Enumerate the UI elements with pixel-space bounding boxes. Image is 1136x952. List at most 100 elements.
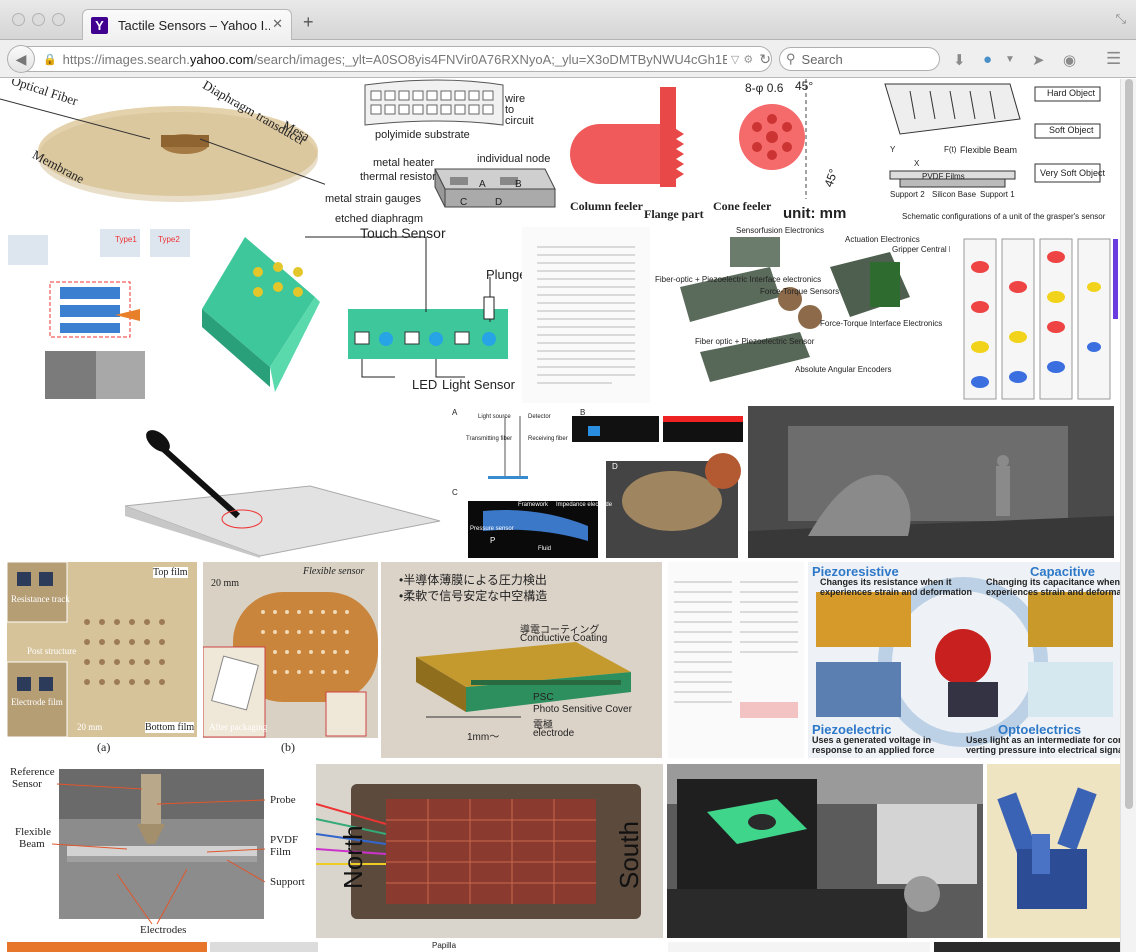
label-ft-interface: Force-Torque Interface Electronics <box>820 319 943 328</box>
result-image-gripper-electronics[interactable]: Sensorfusion Electronics Actuation Elect… <box>650 227 950 403</box>
result-image-row6-4[interactable] <box>668 942 930 952</box>
label-figure-b: (b) <box>281 740 295 754</box>
result-image-pressure-maps[interactable] <box>950 227 1120 403</box>
result-image-thermal-node[interactable]: wire to circuit polyimide substrate meta… <box>325 79 560 224</box>
result-image-pvdf-process[interactable]: Type1 Type2 <box>0 227 190 403</box>
result-image-3d-scene[interactable] <box>748 406 1114 558</box>
label-actuation: Actuation Electronics <box>845 235 920 244</box>
fullscreen-icon[interactable]: ⤡ <box>1116 11 1126 27</box>
label-angular-encoders: Absolute Angular Encoders <box>795 365 892 374</box>
browser-tab[interactable]: Y Tactile Sensors – Yahoo I... ✕ <box>82 9 292 40</box>
result-image-grasper[interactable]: Hard Object Soft Object Very Soft Object… <box>870 79 1120 224</box>
label-capacitive-desc-2: experiences strain and deformation <box>986 587 1120 597</box>
label-angle-top: 45° <box>795 79 814 93</box>
result-image-sensor-array-a[interactable]: Top film Resistance track Post structure… <box>7 562 197 758</box>
result-image-sensor-types[interactable]: Piezoresistive Changes its resistance wh… <box>808 562 1120 758</box>
label-hard-object: Hard Object <box>1047 88 1096 98</box>
label-metal-heater: metal heater <box>373 157 435 169</box>
label-panel-c: C <box>452 488 458 497</box>
reload-icon[interactable]: ↻ <box>759 51 771 68</box>
label-framework: Framework <box>518 502 549 508</box>
minimize-window-button[interactable] <box>32 13 45 26</box>
chat-icon[interactable]: ◉ <box>1063 51 1076 69</box>
label-1mm: 1mm〜 <box>467 732 500 743</box>
globe-icon[interactable]: ● <box>983 51 992 68</box>
result-image-row6-2[interactable] <box>210 942 318 952</box>
label-soft-object: Soft Object <box>1049 125 1094 135</box>
label-conductive-coating: Conductive Coating <box>520 633 608 644</box>
label-papilla: Papilla <box>432 942 457 950</box>
result-image-row6-1[interactable] <box>7 942 207 952</box>
reader-icon[interactable]: ⚙ <box>743 53 753 66</box>
label-probe: Probe <box>270 794 296 806</box>
label-plunger: Plunger <box>486 267 522 282</box>
result-image-laptop-demo[interactable] <box>667 764 983 938</box>
image-results-grid: Optical Fiber Diaphragm transducer Membr… <box>0 79 1120 952</box>
label-force-torque: Force-Torque Sensors <box>760 287 840 296</box>
result-image-paper-page-2[interactable] <box>668 562 804 758</box>
label-axis-y: Y <box>890 145 896 154</box>
result-image-paper-page[interactable] <box>522 227 650 403</box>
label-jp-line-1: •半導体薄膜による圧力検出 <box>399 573 547 587</box>
result-image-fiber-pressure[interactable]: A B C D Light source Detector Transmitti… <box>448 406 748 558</box>
label-resistance-track: Resistance track <box>11 594 70 604</box>
url-text[interactable]: https://images.search.yahoo.com/search/i… <box>63 52 727 67</box>
label-20mm: 20 mm <box>211 578 240 589</box>
label-etched-diaphragm: etched diaphragm <box>335 213 424 224</box>
download-icon[interactable]: ⬇ <box>953 51 966 69</box>
label-electrode-film: Electrode film <box>11 697 63 707</box>
chevron-down-icon[interactable]: ▼ <box>1005 54 1015 65</box>
label-top-film: Top film <box>153 567 188 578</box>
label-optoelectrics-desc-1: Uses light as an intermediate for conv <box>966 735 1120 745</box>
result-image-touch-sensor[interactable]: Touch Sensor Plunger LED Light Sensor <box>190 227 522 403</box>
url-bar[interactable]: ◀ 🔒 https://images.search.yahoo.com/sear… <box>7 45 772 73</box>
tab-close-icon[interactable]: ✕ <box>272 16 283 32</box>
menu-icon[interactable]: ☰ <box>1106 49 1121 69</box>
result-image-diaphragm-sensor[interactable]: Optical Fiber Diaphragm transducer Membr… <box>0 79 352 224</box>
result-image-row6-5[interactable] <box>934 942 1120 952</box>
result-image-robot-hand[interactable] <box>987 764 1120 938</box>
back-arrow-icon[interactable]: ◀ <box>7 45 35 73</box>
label-panel-b: B <box>580 408 586 417</box>
label-support: Support <box>270 876 305 888</box>
send-icon[interactable]: ➤ <box>1032 51 1045 69</box>
label-very-soft-object: Very Soft Object <box>1040 168 1106 178</box>
label-pressure-sensor: Pressure sensor <box>470 526 514 532</box>
label-flexible-sensor: Flexible sensor <box>303 566 365 577</box>
result-image-flexible-sensor[interactable]: Flexible sensor 20 mm After packaging (b… <box>203 562 378 758</box>
process-diagram <box>8 229 190 399</box>
label-transmitting-fiber: Transmitting fiber <box>466 436 513 442</box>
label-capacitive-desc-1: Changing its capacitance when <box>986 577 1120 587</box>
label-individual-node: individual node <box>477 153 551 165</box>
label-post-structure: Post structure <box>27 646 77 656</box>
result-image-japanese-sensor[interactable]: •半導体薄膜による圧力検出 •柔軟で信号安定な中空構造 導電コーティング Con… <box>381 562 662 758</box>
label-piezoelectric-desc-1: Uses a generated voltage in <box>812 735 932 745</box>
label-node-b: B <box>515 179 522 190</box>
label-grasper-caption: Schematic configurations of a unit of th… <box>902 212 1106 221</box>
result-image-probe-pvdf[interactable]: Reference Sensor Probe Flexible Beam PVD… <box>7 764 310 938</box>
label-support-1: Support 1 <box>980 190 1015 199</box>
scene-illustration <box>748 406 1114 558</box>
label-led: LED <box>412 377 438 392</box>
result-image-row6-3[interactable]: Papilla <box>322 942 664 952</box>
label-type1: Type1 <box>115 235 137 244</box>
new-tab-button[interactable]: + <box>303 12 314 33</box>
label-optoelectrics-desc-2: verting pressure into electrical signal <box>966 745 1120 755</box>
label-thermal-resistor: thermal resistor <box>360 171 436 183</box>
label-flange-part: Flange part <box>644 207 704 221</box>
url-dropdown-icon[interactable]: ▽ <box>731 53 739 66</box>
search-icon: ⚲ <box>786 51 796 66</box>
close-window-button[interactable] <box>12 13 25 26</box>
label-strain-gauges: metal strain gauges <box>325 193 421 205</box>
label-touch-sensor: Touch Sensor <box>360 227 446 241</box>
scrollbar-thumb[interactable] <box>1125 79 1133 809</box>
laptop-demo-illustration <box>667 764 983 938</box>
search-input[interactable]: ⚲ Search <box>779 47 940 71</box>
result-image-north-south-board[interactable]: North South <box>316 764 663 938</box>
label-unit-mm: unit: mm <box>783 205 847 222</box>
label-light-sensor: Light Sensor <box>442 377 515 392</box>
result-image-feeler[interactable]: 8-φ 0.6 45° Column feeler Flange part Co… <box>560 79 850 224</box>
result-image-tactile-probe[interactable] <box>0 406 448 558</box>
page-scrollbar[interactable] <box>1120 79 1136 952</box>
zoom-window-button[interactable] <box>52 13 65 26</box>
